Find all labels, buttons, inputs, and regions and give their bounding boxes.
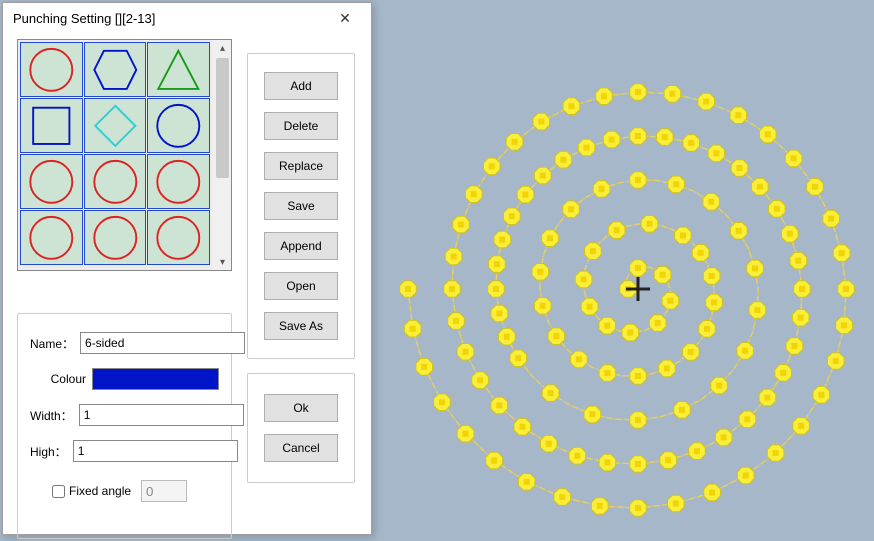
shape-cell[interactable] xyxy=(84,42,147,97)
shape-palette: ▴ ▾ xyxy=(17,39,232,271)
delete-button[interactable]: Delete xyxy=(264,112,338,140)
shape-cell[interactable] xyxy=(20,154,83,209)
fixed-angle-label: Fixed angle xyxy=(69,484,131,498)
width-label: Width： xyxy=(30,407,79,424)
dialog-title: Punching Setting [][2-13] xyxy=(13,11,325,26)
ok-button[interactable]: Ok xyxy=(264,394,338,422)
scroll-down-icon[interactable]: ▾ xyxy=(214,254,231,270)
name-label: Name： xyxy=(30,335,80,352)
shape-cell[interactable] xyxy=(147,210,210,265)
shape-cell[interactable] xyxy=(20,210,83,265)
close-icon[interactable]: ✕ xyxy=(325,6,365,30)
colour-label: Colour xyxy=(30,372,92,386)
save-as-button[interactable]: Save As xyxy=(264,312,338,340)
width-field[interactable] xyxy=(79,404,244,426)
shape-cell[interactable] xyxy=(147,154,210,209)
save-button[interactable]: Save xyxy=(264,192,338,220)
shape-cell[interactable] xyxy=(147,42,210,97)
properties-panel: Name： Colour Width： High： Fixed angle xyxy=(17,313,232,539)
scroll-thumb[interactable] xyxy=(216,58,229,178)
palette-scrollbar[interactable]: ▴ ▾ xyxy=(214,40,231,270)
high-field[interactable] xyxy=(73,440,238,462)
shape-cell[interactable] xyxy=(84,154,147,209)
shape-cell[interactable] xyxy=(147,98,210,153)
shape-cell[interactable] xyxy=(84,98,147,153)
high-label: High： xyxy=(30,443,73,460)
replace-button[interactable]: Replace xyxy=(264,152,338,180)
shape-cell[interactable] xyxy=(84,210,147,265)
fixed-angle-checkbox[interactable] xyxy=(52,485,65,498)
punching-setting-dialog: Punching Setting [][2-13] ✕ ▴ ▾ Add Dele… xyxy=(2,2,372,535)
scroll-up-icon[interactable]: ▴ xyxy=(214,40,231,56)
fixed-angle-field[interactable] xyxy=(141,480,187,502)
shape-cell[interactable] xyxy=(20,98,83,153)
colour-swatch[interactable] xyxy=(92,368,219,390)
open-button[interactable]: Open xyxy=(264,272,338,300)
shape-cell[interactable] xyxy=(20,42,83,97)
cancel-button[interactable]: Cancel xyxy=(264,434,338,462)
append-button[interactable]: Append xyxy=(264,232,338,260)
action-button-group: Add Delete Replace Save Append Open Save… xyxy=(247,53,355,359)
dialog-titlebar[interactable]: Punching Setting [][2-13] ✕ xyxy=(3,3,371,33)
add-button[interactable]: Add xyxy=(264,72,338,100)
dialog-button-group: Ok Cancel xyxy=(247,373,355,483)
name-field[interactable] xyxy=(80,332,245,354)
